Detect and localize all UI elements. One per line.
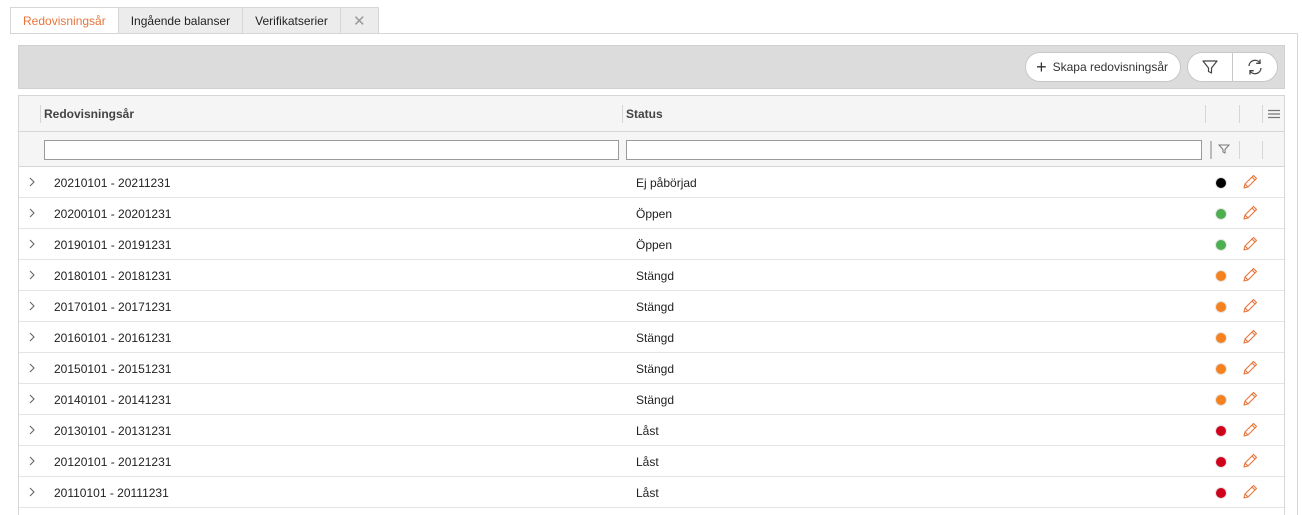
column-separator [1262,141,1263,159]
chevron-right-icon[interactable] [25,361,39,375]
table-row[interactable]: 20120101 - 20121231 Låst [19,446,1284,477]
plus-icon: + [1036,57,1047,77]
period-cell: 20170101 - 20171231 [54,299,172,314]
period-cell: 20110101 - 20111231 [54,485,169,500]
period-cell: 20160101 - 20161231 [54,330,172,345]
column-separator [1239,141,1240,159]
refresh-icon [1248,59,1262,75]
status-dot-icon [1215,456,1227,468]
chevron-right-icon[interactable] [25,392,39,406]
pencil-icon[interactable] [1241,173,1259,191]
table-row[interactable]: 20200101 - 20201231 Öppen [19,198,1284,229]
filter-row [19,132,1284,167]
status-filter-input[interactable] [626,140,1202,160]
status-cell: Låst [636,485,659,500]
column-separator [1239,105,1240,123]
pencil-icon[interactable] [1241,390,1259,408]
table-row[interactable]: 20190101 - 20191231 Öppen [19,229,1284,260]
chevron-right-icon[interactable] [25,299,39,313]
fiscal-years-grid: Redovisningsår Status 20210101 - 2021123… [18,95,1285,515]
chevron-right-icon[interactable] [25,485,39,499]
period-filter-input[interactable] [44,140,619,160]
status-dot-icon [1215,301,1227,313]
status-dot-icon [1215,239,1227,251]
pencil-icon[interactable] [1241,297,1259,315]
column-header-period[interactable]: Redovisningsår [44,96,134,132]
status-dot-icon [1215,208,1227,220]
pencil-icon[interactable] [1241,266,1259,284]
chevron-right-icon[interactable] [25,423,39,437]
toolbar-button-group [1187,52,1278,82]
pencil-icon[interactable] [1241,235,1259,253]
filter-button[interactable] [1188,53,1232,81]
close-icon[interactable]: ✕ [340,7,379,34]
column-separator [1205,105,1206,123]
tab-bar: Redovisningsår Ingående balanser Verifik… [10,7,379,34]
status-cell: Stängd [636,330,675,345]
grid-header: Redovisningsår Status [19,96,1284,132]
chevron-right-icon[interactable] [25,206,39,220]
column-separator [622,105,623,123]
column-separator [1262,105,1263,123]
period-cell: 20150101 - 20151231 [54,361,172,376]
refresh-button[interactable] [1232,53,1277,81]
period-cell: 20180101 - 20181231 [54,268,172,283]
status-dot-icon [1215,363,1227,375]
tab-ingaende-balanser[interactable]: Ingående balanser [118,7,244,34]
period-cell: 20130101 - 20131231 [54,423,172,438]
tab-redovisningsar[interactable]: Redovisningsår [10,7,119,34]
tab-verifikatserier[interactable]: Verifikatserier [243,7,341,34]
status-dot-icon [1215,487,1227,499]
status-cell: Stängd [636,268,675,283]
status-cell: Öppen [636,237,673,252]
period-cell: 20140101 - 20141231 [54,392,172,407]
pencil-icon[interactable] [1241,421,1259,439]
status-cell: Öppen [636,206,673,221]
pencil-icon[interactable] [1241,452,1259,470]
create-fiscal-year-label: Skapa redovisningsår [1052,60,1168,74]
status-cell: Stängd [636,392,675,407]
table-row[interactable]: 20160101 - 20161231 Stängd [19,322,1284,353]
table-row[interactable]: 20170101 - 20171231 Stängd [19,291,1284,322]
column-header-status[interactable]: Status [626,96,663,132]
table-row[interactable]: 20150101 - 20151231 Stängd [19,353,1284,384]
column-separator [1210,141,1212,159]
toolbar: + Skapa redovisningsår [18,45,1285,89]
column-separator [40,105,41,123]
table-row[interactable]: 20140101 - 20141231 Stängd [19,384,1284,415]
pencil-icon[interactable] [1241,483,1259,501]
chevron-right-icon[interactable] [25,268,39,282]
chevron-right-icon[interactable] [25,237,39,251]
chevron-right-icon[interactable] [25,175,39,189]
chevron-right-icon[interactable] [25,330,39,344]
period-cell: 20190101 - 20191231 [54,237,172,252]
status-cell: Ej påbörjad [636,175,697,190]
filter-icon [1202,60,1218,74]
pencil-icon[interactable] [1241,204,1259,222]
table-row[interactable]: 20210101 - 20211231 Ej påbörjad [19,167,1284,198]
period-cell: 20120101 - 20121231 [54,454,172,469]
table-row[interactable]: 20180101 - 20181231 Stängd [19,260,1284,291]
status-cell: Stängd [636,299,675,314]
status-dot-icon [1215,425,1227,437]
status-cell: Stängd [636,361,675,376]
status-dot-icon [1215,177,1227,189]
filter-icon[interactable] [1218,143,1230,155]
chevron-right-icon[interactable] [25,454,39,468]
period-cell: 20210101 - 20211231 [54,175,171,190]
table-row[interactable]: 20110101 - 20111231 Låst [19,477,1284,508]
status-dot-icon [1215,332,1227,344]
create-fiscal-year-button[interactable]: + Skapa redovisningsår [1025,52,1181,82]
menu-icon[interactable] [1267,107,1281,121]
pencil-icon[interactable] [1241,328,1259,346]
period-cell: 20200101 - 20201231 [54,206,172,221]
status-cell: Låst [636,423,659,438]
pencil-icon[interactable] [1241,359,1259,377]
status-dot-icon [1215,270,1227,282]
status-cell: Låst [636,454,659,469]
status-dot-icon [1215,394,1227,406]
table-row[interactable]: 20130101 - 20131231 Låst [19,415,1284,446]
